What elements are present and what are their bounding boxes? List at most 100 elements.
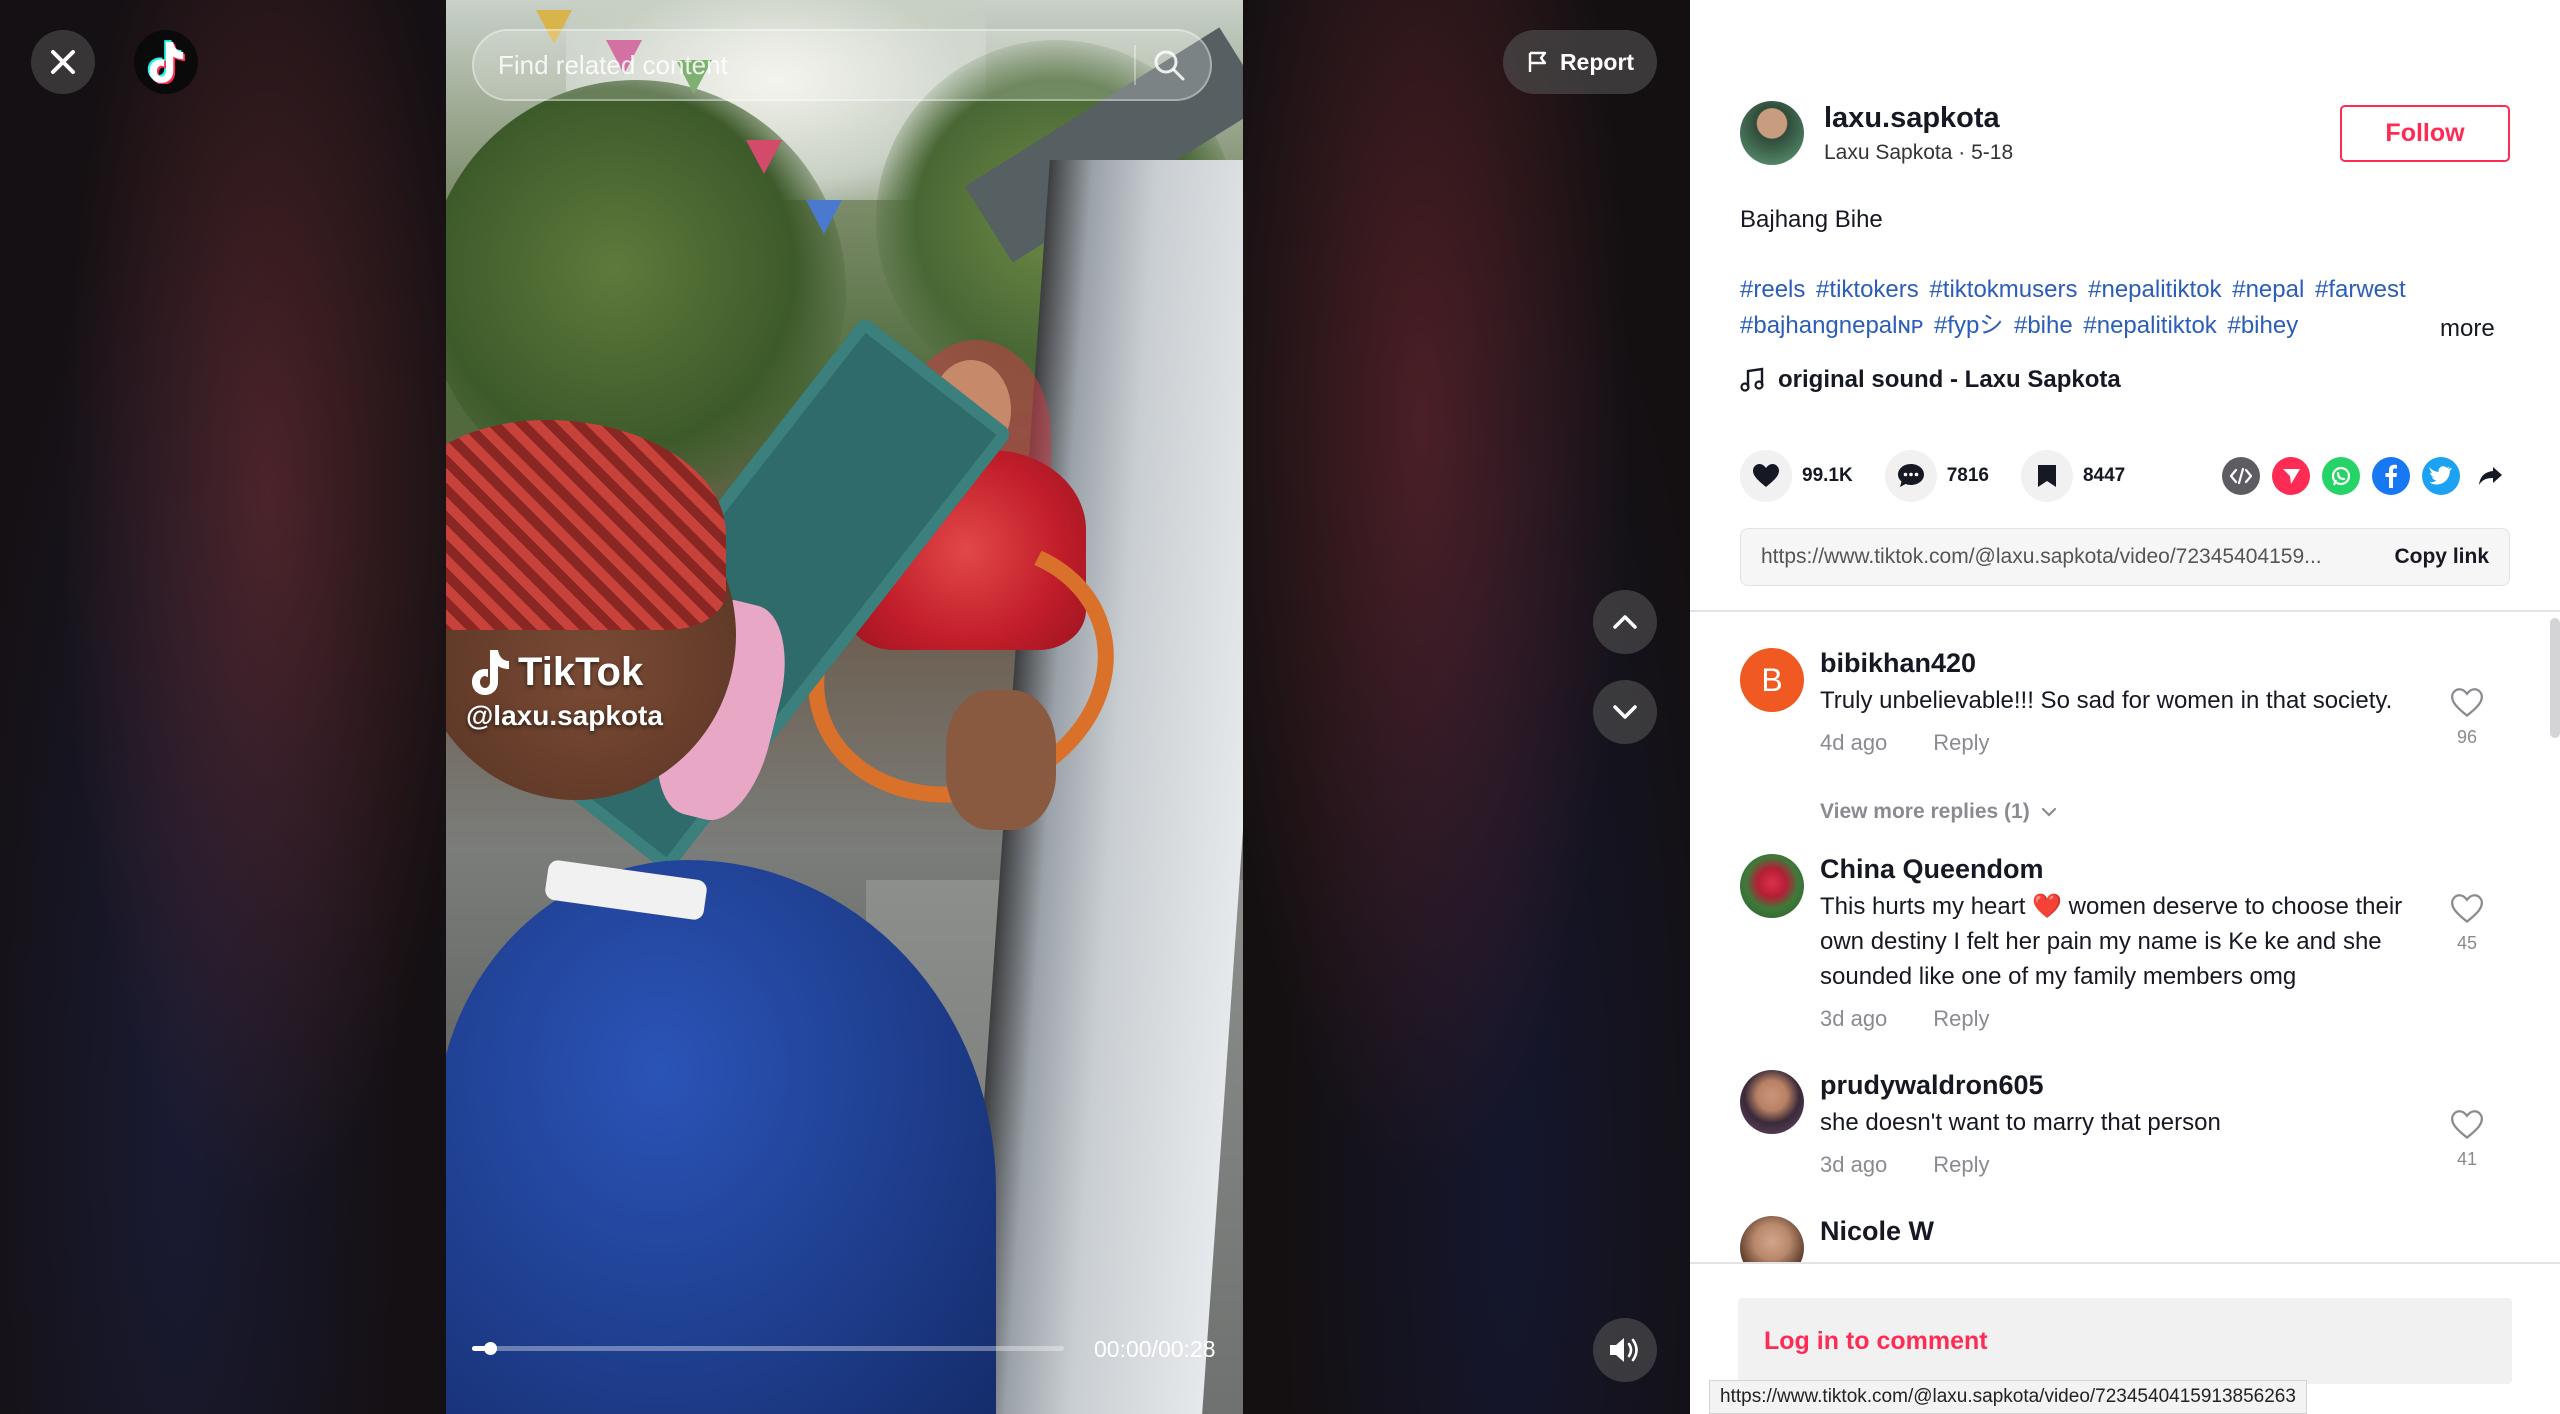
- comment-icon: [1897, 464, 1924, 487]
- video-time: 00:00/00:28: [1094, 1336, 1216, 1362]
- search-icon[interactable]: [1152, 48, 1186, 82]
- watermark-logo: TikTok: [466, 648, 663, 696]
- chevron-down-icon: [1613, 705, 1637, 719]
- avatar[interactable]: [1740, 1216, 1804, 1262]
- comment-author[interactable]: China Queendom: [1820, 854, 2440, 885]
- hashtag-link[interactable]: #farwest: [2315, 276, 2406, 303]
- comment-body: bibikhan420 Truly unbelievable!!! So sad…: [1820, 648, 2440, 756]
- comment-like-count: 41: [2456, 1149, 2478, 1169]
- hashtag-link[interactable]: #tiktokmusers: [1929, 276, 2077, 303]
- next-video-button[interactable]: [1593, 680, 1657, 744]
- comment-author[interactable]: prudywaldron605: [1820, 1070, 2440, 1101]
- comment-button[interactable]: 7816: [1884, 450, 1989, 502]
- search-input[interactable]: [498, 49, 1118, 81]
- author-info: laxu.sapkota Laxu Sapkota · 5-18: [1824, 102, 2340, 165]
- comment-meta: 4d ago Reply: [1820, 730, 2440, 756]
- avatar[interactable]: B: [1740, 648, 1804, 712]
- comment-author[interactable]: Nicole W: [1820, 1216, 2440, 1247]
- comment-body: Nicole W: [1820, 1216, 2440, 1247]
- hashtag-link[interactable]: #bihe: [2014, 312, 2073, 339]
- view-more-replies-button[interactable]: View more replies (1): [1820, 800, 2058, 824]
- close-button[interactable]: [31, 30, 95, 94]
- hashtag-link[interactable]: #bajhangnepalɴᴘ: [1740, 312, 1923, 339]
- comment-count: 7816: [1946, 465, 1989, 486]
- music-note-icon: [1740, 367, 1764, 392]
- video-link-box: https://www.tiktok.com/@laxu.sapkota/vid…: [1740, 528, 2510, 586]
- previous-video-button[interactable]: [1593, 590, 1657, 654]
- search-divider: [1134, 45, 1136, 85]
- status-bar-url: https://www.tiktok.com/@laxu.sapkota/vid…: [1709, 1380, 2307, 1414]
- heart-outline-icon: [2450, 1110, 2484, 1140]
- report-button[interactable]: Report: [1503, 30, 1657, 94]
- comment-text: Truly unbelievable!!! So sad for women i…: [1820, 687, 2393, 714]
- author-name-date: Laxu Sapkota · 5-18: [1824, 140, 2014, 164]
- comment-like-button[interactable]: 41: [2444, 1110, 2490, 1170]
- favorite-button[interactable]: 8447: [2020, 450, 2125, 502]
- copy-link-button[interactable]: Copy link: [2394, 545, 2489, 569]
- hashtag-link[interactable]: #nepal: [2232, 276, 2304, 303]
- video-progress-bar[interactable]: [472, 1342, 1064, 1355]
- hashtag-link[interactable]: #fypシ: [1934, 312, 2003, 339]
- like-button-circle: [1740, 450, 1792, 502]
- twitter-icon[interactable]: [2422, 457, 2460, 495]
- avatar[interactable]: [1740, 854, 1804, 918]
- tiktok-home-button[interactable]: [134, 30, 198, 94]
- login-to-comment-button[interactable]: Log in to comment: [1738, 1298, 2512, 1384]
- heart-icon: [1753, 464, 1779, 487]
- report-label: Report: [1559, 48, 1635, 75]
- sound-label: original sound - Laxu Sapkota: [1778, 366, 2121, 393]
- video-watermark: TikTok @laxu.sapkota: [466, 648, 663, 732]
- facebook-icon[interactable]: [2372, 457, 2410, 495]
- volume-icon: [1610, 1338, 1638, 1362]
- follow-button[interactable]: Follow: [2340, 104, 2510, 162]
- video-player-area: TikTok @laxu.sapkota Report: [0, 0, 1690, 1414]
- comment-like-count: 45: [2456, 933, 2478, 953]
- like-count: 99.1K: [1802, 465, 1853, 486]
- share-arrow-icon[interactable]: [2472, 457, 2510, 495]
- engagement-actions: 99.1K 7816 8447: [1740, 450, 2510, 502]
- prayer-flag: [806, 200, 842, 234]
- comment-meta: 3d ago Reply: [1820, 1152, 2440, 1178]
- hashtag-link[interactable]: #nepalitiktok: [2083, 312, 2216, 339]
- comment-author[interactable]: bibikhan420: [1820, 648, 2440, 679]
- favorite-button-circle: [2020, 450, 2073, 502]
- comment-like-button[interactable]: 96: [2444, 688, 2490, 748]
- hashtag-link[interactable]: #tiktokers: [1816, 276, 1919, 303]
- reply-button[interactable]: Reply: [1933, 730, 1989, 756]
- sound-link[interactable]: original sound - Laxu Sapkota: [1740, 366, 2121, 394]
- comments-scrollbar[interactable]: [2550, 618, 2560, 738]
- view-replies-label: View more replies (1): [1820, 800, 2030, 823]
- author-username[interactable]: laxu.sapkota: [1824, 102, 2340, 135]
- hashtag-link[interactable]: #bihey: [2227, 312, 2298, 339]
- comment-body: prudywaldron605 she doesn't want to marr…: [1820, 1070, 2440, 1178]
- comment-meta: 3d ago Reply: [1820, 1006, 2440, 1032]
- reply-button[interactable]: Reply: [1933, 1152, 1989, 1178]
- reply-button[interactable]: Reply: [1933, 1006, 1989, 1032]
- avatar[interactable]: [1740, 1070, 1804, 1134]
- hashtag-link[interactable]: #nepalitiktok: [2088, 276, 2221, 303]
- comment-text: This hurts my heart ❤️ women deserve to …: [1820, 889, 2440, 994]
- video-link-url[interactable]: https://www.tiktok.com/@laxu.sapkota/vid…: [1761, 545, 2374, 569]
- author-row: laxu.sapkota Laxu Sapkota · 5-18 Follow: [1740, 98, 2510, 168]
- share-buttons: [2222, 457, 2510, 495]
- embed-icon[interactable]: [2222, 457, 2260, 495]
- video-caption: Bajhang Bihe: [1740, 206, 1883, 233]
- hashtag-link[interactable]: #reels: [1740, 276, 1805, 303]
- comment-like-button[interactable]: 45: [2444, 894, 2490, 954]
- like-button[interactable]: 99.1K: [1740, 450, 1853, 502]
- video-man-hand: [946, 690, 1056, 830]
- chevron-up-icon: [1613, 615, 1637, 629]
- comments-list[interactable]: B bibikhan420 Truly unbelievable!!! So s…: [1690, 612, 2560, 1262]
- flag-icon: [1528, 51, 1547, 72]
- send-icon[interactable]: [2272, 457, 2310, 495]
- blurred-background-left: [0, 0, 446, 1414]
- watermark-brand: TikTok: [518, 649, 644, 694]
- volume-button[interactable]: [1593, 1318, 1657, 1382]
- author-avatar[interactable]: [1740, 101, 1804, 165]
- more-button[interactable]: more: [2440, 315, 2495, 343]
- comment-time: 4d ago: [1820, 730, 1888, 755]
- whatsapp-icon[interactable]: [2322, 457, 2360, 495]
- watermark-handle: @laxu.sapkota: [466, 700, 663, 731]
- search-bar: [472, 29, 1212, 101]
- video-progress-handle[interactable]: [483, 1342, 497, 1355]
